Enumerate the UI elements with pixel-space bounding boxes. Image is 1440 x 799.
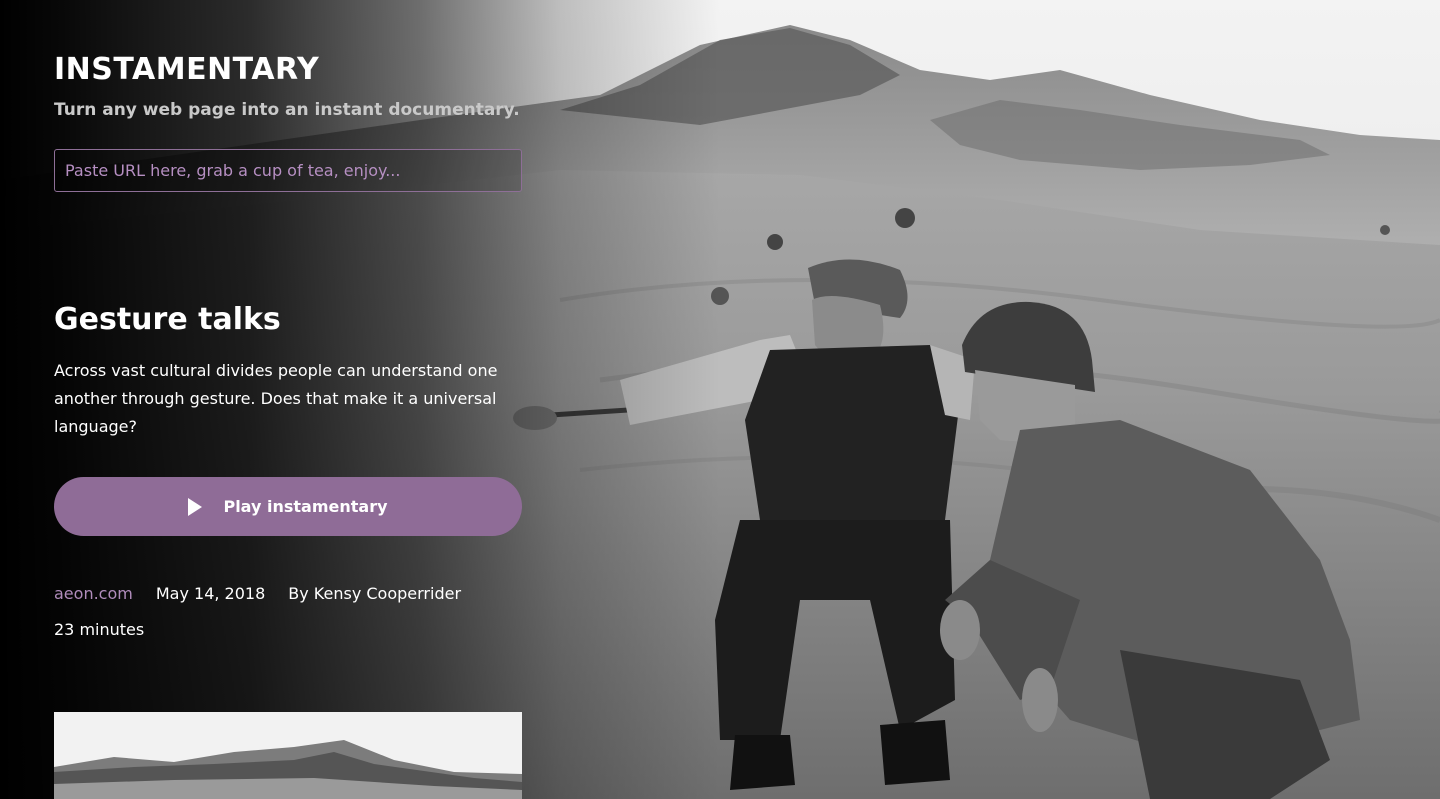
publish-date: May 14, 2018 <box>155 584 266 603</box>
play-button-label: Play instamentary <box>223 497 388 516</box>
source-link[interactable]: aeon.com <box>54 584 133 603</box>
article-meta: aeon.com May 14, 2018 By Kensy Cooperrid… <box>54 584 461 603</box>
app-title: INSTAMENTARY <box>54 52 320 87</box>
article-title: Gesture talks <box>54 302 281 337</box>
play-icon <box>188 497 203 516</box>
article-description: Across vast cultural divides people can … <box>54 361 498 436</box>
url-input[interactable] <box>54 149 522 192</box>
article-thumbnail[interactable] <box>54 712 522 799</box>
duration-label: 23 minutes <box>54 620 145 639</box>
play-instamentary-button[interactable]: Play instamentary <box>54 477 522 536</box>
app-screen: INSTAMENTARY Turn any web page into an i… <box>0 0 1440 799</box>
app-tagline: Turn any web page into an instant docume… <box>54 100 520 120</box>
thumbnail-image <box>54 712 522 799</box>
author-byline: By Kensy Cooperrider <box>288 584 462 603</box>
